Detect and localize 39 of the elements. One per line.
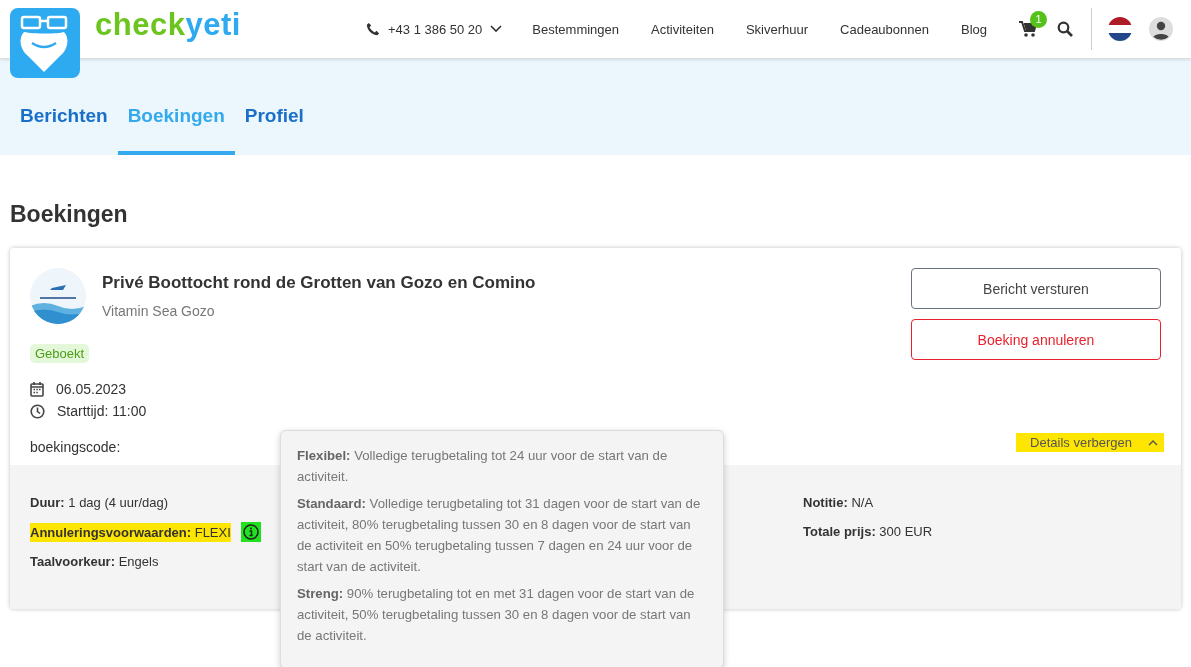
- detail-text: Totale prijs: 300 EUR: [803, 523, 933, 541]
- user-avatar-icon[interactable]: [1149, 17, 1173, 41]
- provider-name: Vitamin Sea Gozo: [102, 303, 216, 319]
- info-icon[interactable]: [240, 522, 261, 542]
- page-title: Boekingen: [10, 201, 129, 228]
- start-time: Starttijd: 11:00: [57, 403, 147, 419]
- clock-icon: [30, 403, 45, 419]
- nav-link[interactable]: Cadeaubonnen: [840, 21, 929, 37]
- nav-link[interactable]: Blog: [960, 21, 987, 37]
- nav-link[interactable]: Skiverhuur: [745, 21, 809, 37]
- status-badge: Geboekt: [30, 344, 90, 363]
- cart-count-badge: 1: [1030, 10, 1047, 28]
- cart-icon[interactable]: [1019, 20, 1037, 38]
- boat-logo-icon: [30, 268, 86, 324]
- nav-link[interactable]: Activiteiten: [651, 21, 714, 37]
- detail-text: Annuleringsvoorwaarden: FLEXI: [30, 522, 231, 542]
- tab[interactable]: Berichten: [10, 105, 118, 155]
- detail-text: Notitie: N/A: [803, 494, 874, 512]
- chevron-up-icon: [1148, 439, 1158, 446]
- policy-text: Flexibel: Volledige terugbetaling tot 24 uur voor de start van de activiteit.: [297, 447, 669, 486]
- calendar-icon: [30, 381, 44, 397]
- booking-title[interactable]: Privé Boottocht rond de Grotten van Gozo en Comino: [102, 273, 536, 293]
- phone-number[interactable]: +43 1 386 50 20: [387, 21, 483, 37]
- detail-text: Taalvoorkeur: Engels: [30, 553, 159, 571]
- phone-icon[interactable]: [365, 22, 380, 36]
- policy-text: Streng: 90% terugbetaling tot en met 31 dagen voor de start van de activiteit, 50% terugbetaling tussen 30 en 8 dagen voor de start van de activiteit.: [297, 585, 696, 645]
- flag-icon[interactable]: [1108, 17, 1132, 41]
- policy-text: Standaard: Volledige terugbetaling tot 31 dagen voor de start van de activiteit, 80% terugbetaling tussen 30 en 8 dagen voor de start van de activiteit en 50% terugbetaling tussen 7 dagen en 24 uur voor de start van de activiteit.: [297, 495, 702, 576]
- send-message-button[interactable]: Bericht versturen: [911, 268, 1161, 309]
- nav-link[interactable]: Bestemmingen: [532, 21, 620, 37]
- tab[interactable]: Profiel: [234, 105, 314, 155]
- detail-text: Duur: 1 dag (4 uur/dag): [30, 494, 169, 512]
- yeti-logo-icon[interactable]: [10, 8, 80, 78]
- chevron-down-icon[interactable]: [490, 25, 503, 33]
- booking-code-label: boekingscode:: [30, 439, 121, 455]
- booking-date: 06.05.2023: [56, 381, 127, 397]
- search-icon[interactable]: [1057, 21, 1073, 37]
- hide-details-toggle[interactable]: Details verbergen: [1016, 433, 1164, 452]
- cancel-booking-button[interactable]: Boeking annuleren: [911, 319, 1161, 360]
